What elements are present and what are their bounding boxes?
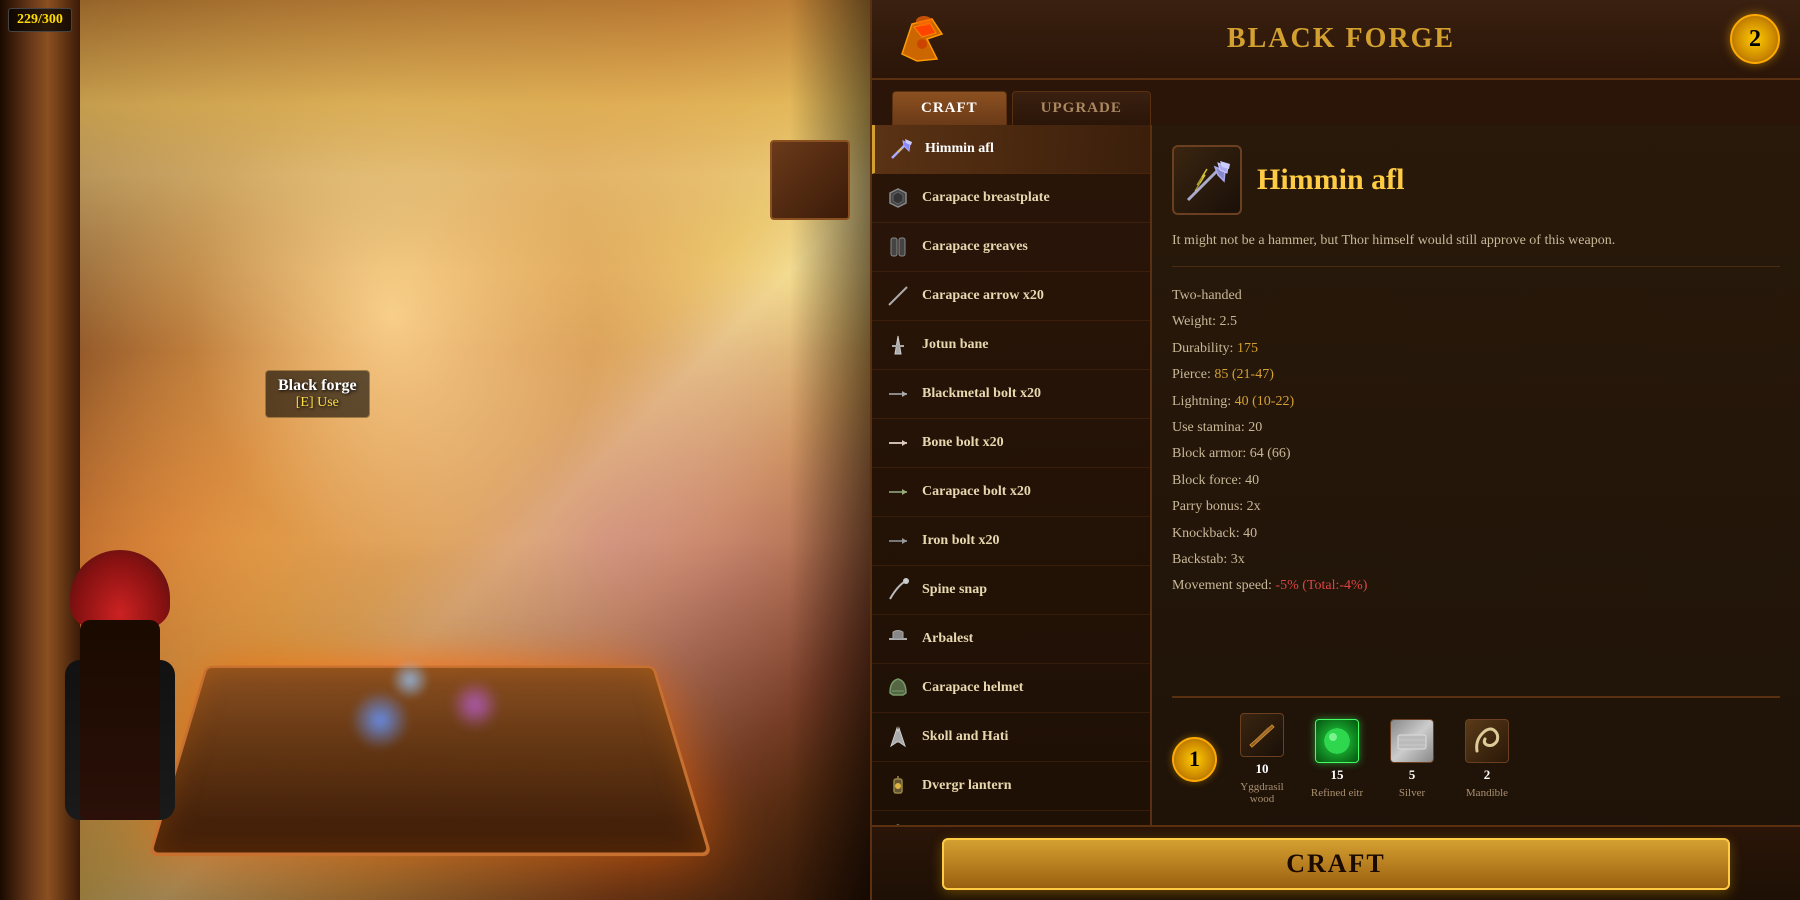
stat-row: Weight: 2.5 — [1172, 311, 1780, 333]
item-icon-breastplate — [884, 184, 912, 212]
stat-row: Knockback: 40 — [1172, 523, 1780, 545]
forge-title: BLACK FORGE — [972, 23, 1710, 55]
list-item[interactable]: Carapace shield — [872, 811, 1150, 825]
detail-item-icon — [1172, 145, 1242, 215]
item-name-bone-bolt: Bone bolt x20 — [922, 435, 1004, 451]
item-description: It might not be a hammer, but Thor himse… — [1172, 230, 1780, 267]
ingredient-icon-eitr — [1315, 719, 1359, 763]
item-name-blackmetal-bolt: Blackmetal bolt x20 — [922, 386, 1041, 402]
item-icon-arbalest — [884, 625, 912, 653]
forge-level-badge: 2 — [1730, 14, 1780, 64]
forge-panel: BLACK FORGE 2 CRAFT UPGRADE — [870, 0, 1800, 900]
item-icon-carapace-arrow — [884, 282, 912, 310]
stat-row: Block armor: 64 (66) — [1172, 443, 1780, 465]
ingredient-silver: 5 Silver — [1382, 719, 1442, 799]
panel-header: BLACK FORGE 2 — [872, 0, 1800, 80]
item-icon-bone-bolt — [884, 429, 912, 457]
stat-row: Backstab: 3x — [1172, 549, 1780, 571]
list-item[interactable]: Bone bolt x20 — [872, 419, 1150, 468]
stat-row: Lightning: 40 (10-22) — [1172, 391, 1780, 413]
item-name-carapace-helmet: Carapace helmet — [922, 680, 1023, 696]
item-icon-carapace-bolt — [884, 478, 912, 506]
ingredient-icon-silver — [1390, 719, 1434, 763]
detail-header: Himmin afl — [1172, 145, 1780, 215]
list-item[interactable]: Carapace greaves — [872, 223, 1150, 272]
list-item[interactable]: Carapace arrow x20 — [872, 272, 1150, 321]
ingredient-refined-eitr: 15 Refined eitr — [1307, 719, 1367, 799]
item-name-dvergr-lantern: Dvergr lantern — [922, 778, 1012, 794]
detail-item-name: Himmin afl — [1257, 163, 1405, 197]
item-icon-iron-bolt — [884, 527, 912, 555]
list-item[interactable]: Carapace breastplate — [872, 174, 1150, 223]
list-item[interactable]: Carapace helmet — [872, 664, 1150, 713]
ingredient-count-silver: 5 — [1409, 767, 1416, 783]
ingredient-count-mandible: 2 — [1484, 767, 1491, 783]
stat-row: Parry bonus: 2x — [1172, 496, 1780, 518]
prompt-title: Black forge — [278, 377, 357, 395]
item-list: Himmin afl Carapace breastplate — [872, 125, 1152, 825]
health-display: 229/300 — [8, 8, 72, 32]
stat-row: Pierce: 85 (21-47) — [1172, 364, 1780, 386]
ingredient-yggdrasil-wood: 10 Yggdrasil wood — [1232, 713, 1292, 805]
craft-button-row: Craft — [872, 825, 1800, 900]
list-item[interactable]: Arbalest — [872, 615, 1150, 664]
item-name-carapace-bolt: Carapace bolt x20 — [922, 484, 1031, 500]
list-item[interactable]: Dvergr lantern — [872, 762, 1150, 811]
game-panel-widget — [770, 140, 850, 220]
list-item[interactable]: Iron bolt x20 — [872, 517, 1150, 566]
stat-row: Two-handed — [1172, 285, 1780, 307]
list-item[interactable]: Blackmetal bolt x20 — [872, 370, 1150, 419]
panel-content: Himmin afl Carapace breastplate — [872, 125, 1800, 825]
forge-icon-svg — [892, 9, 952, 69]
craft-level-badge: 1 — [1172, 737, 1217, 782]
stat-row: Movement speed: -5% (Total:-4%) — [1172, 575, 1780, 597]
item-name-himmin-afl: Himmin afl — [925, 141, 994, 157]
list-item[interactable]: Himmin afl — [872, 125, 1150, 174]
ingredient-icon-wood — [1240, 713, 1284, 757]
ingredient-label-silver: Silver — [1399, 787, 1425, 799]
ingredient-icon-mandible — [1465, 719, 1509, 763]
item-name-breastplate: Carapace breastplate — [922, 190, 1050, 206]
ingredient-label-wood: Yggdrasil wood — [1232, 781, 1292, 805]
tab-craft[interactable]: CRAFT — [892, 91, 1007, 125]
item-icon-blackmetal-bolt — [884, 380, 912, 408]
item-name-spine-snap: Spine snap — [922, 582, 987, 598]
interaction-prompt: Black forge [E] Use — [265, 370, 370, 418]
stat-row: Durability: 175 — [1172, 338, 1780, 360]
item-name-skoll-hati: Skoll and Hati — [922, 729, 1008, 745]
ingredient-mandible: 2 Mandible — [1457, 719, 1517, 799]
ingredient-count-wood: 10 — [1256, 761, 1269, 777]
forge-tabs: CRAFT UPGRADE — [872, 80, 1800, 125]
item-name-jotun-bane: Jotun bane — [922, 337, 989, 353]
prompt-key: [E] Use — [278, 395, 357, 411]
item-icon-jotun-bane — [884, 331, 912, 359]
item-detail-panel: Himmin afl It might not be a hammer, but… — [1152, 125, 1800, 825]
list-item[interactable]: Spine snap — [872, 566, 1150, 615]
item-name-iron-bolt: Iron bolt x20 — [922, 533, 1000, 549]
player-character — [60, 540, 180, 820]
list-item[interactable]: Carapace bolt x20 — [872, 468, 1150, 517]
item-name-arbalest: Arbalest — [922, 631, 973, 647]
ingredient-label-mandible: Mandible — [1466, 787, 1508, 799]
item-icon-greaves — [884, 233, 912, 261]
ingredient-label-eitr: Refined eitr — [1311, 787, 1363, 799]
list-item[interactable]: Skoll and Hati — [872, 713, 1150, 762]
list-item[interactable]: Jotun bane — [872, 321, 1150, 370]
stat-row: Use stamina: 20 — [1172, 417, 1780, 439]
craft-requirements: 1 10 Yggdrasil wood — [1172, 696, 1780, 805]
forge-icon — [892, 9, 952, 69]
ingredient-count-eitr: 15 — [1331, 767, 1344, 783]
stat-row: Block force: 40 — [1172, 470, 1780, 492]
item-name-greaves: Carapace greaves — [922, 239, 1028, 255]
tab-upgrade[interactable]: UPGRADE — [1012, 91, 1151, 125]
item-name-carapace-arrow: Carapace arrow x20 — [922, 288, 1044, 304]
game-viewport: Black forge [E] Use 229/300 — [0, 0, 870, 900]
item-icon-carapace-helmet — [884, 674, 912, 702]
item-stats: Two-handed Weight: 2.5 Durability: 175 P… — [1172, 285, 1780, 598]
item-icon-spine-snap — [884, 576, 912, 604]
craft-button[interactable]: Craft — [942, 838, 1731, 890]
item-icon-dvergr-lantern — [884, 772, 912, 800]
item-icon-himmin-afl — [887, 135, 915, 163]
item-icon-skoll-hati — [884, 723, 912, 751]
